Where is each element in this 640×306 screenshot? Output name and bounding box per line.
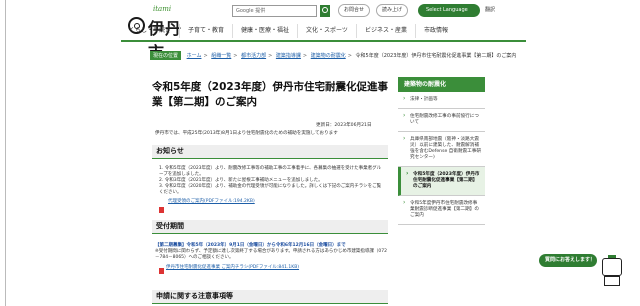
breadcrumb-here-badge: 現在の位置 <box>150 51 182 60</box>
chat-label: 質問にお答えします！ <box>545 257 596 263</box>
breadcrumb-home[interactable]: ホーム <box>187 53 202 59</box>
flyer-pdf-link[interactable]: 伊丹市住宅耐震化促進事業 ご案内チラシ(PDFファイル:841.1KB) <box>166 265 387 271</box>
nav-item-living[interactable]: くらし・手続き <box>121 24 179 38</box>
chat-button[interactable]: 質問にお答えします！ <box>539 254 597 267</box>
global-nav: くらし・手続き 子育て・教育 健康・医療・福祉 文化・スポーツ ビジネス・産業 … <box>121 24 456 38</box>
breadcrumb-current: 令和5年度（2023年度）伊丹市住宅耐震化促進事業【第二期】のご案内 <box>355 53 517 59</box>
sidebar-item-prior-consult[interactable]: 住宅耐震改修工事の事前協行について <box>398 109 485 132</box>
notice-item-3: 3. 令和2年度（2020年度）より、補助金の代理受領が可能になりました。詳しく… <box>159 184 382 196</box>
nav-item-childcare[interactable]: 子育て・教育 <box>179 24 232 38</box>
search-input[interactable]: Google 提供 <box>232 5 317 17</box>
window-right-edge <box>634 0 640 306</box>
sidebar-item-pre-quake-buildings[interactable]: 兵庫県南部地震（阪神・淡路大震災）以前に建築した、耐震解消補強を含むDefens… <box>398 132 485 167</box>
nav-item-health[interactable]: 健康・医療・福祉 <box>232 24 297 38</box>
read-aloud-button[interactable]: 読み上げ <box>376 4 409 17</box>
search-provider-label: Google 提供 <box>236 8 266 14</box>
language-select[interactable]: Select Language <box>418 4 480 17</box>
reception-note: ※受付期間に関わらず、予定額に達し次第終了する場合があります。申請される方はあら… <box>155 249 388 260</box>
nav-item-business[interactable]: ビジネス・産業 <box>355 24 415 38</box>
read-aloud-label: 読み上げ <box>382 7 403 13</box>
sidebar: 建築物の耐震化 法律・計画等 住宅耐震改修工事の事前協行について 兵庫県南部地震… <box>398 77 485 225</box>
updated-date: 更新日：2023年06月21日 <box>316 123 372 128</box>
nav-item-government[interactable]: 市政情報 <box>414 24 456 38</box>
language-select-label: Select Language <box>426 7 468 13</box>
page-title: 令和5年度（2023年度）伊丹市住宅耐震化促進事業【第二期】のご案内 <box>152 81 389 108</box>
breadcrumb: 現在の位置 ホーム > 組織一覧 > 都市活力部 > 建築指導課 > 建築物の耐震化 > … <box>150 51 516 60</box>
application-heading: 申請に関する注意事項等 <box>152 290 388 304</box>
sidebar-item-laws[interactable]: 法律・計画等 <box>398 92 485 109</box>
reception-heading: 受付期間 <box>152 220 388 234</box>
contact-button-label: お問合せ <box>344 7 365 13</box>
pdf-icon <box>159 268 164 274</box>
sidebar-item-diagnosis[interactable]: 令和5年度伊丹市住宅耐震改修事業耐震診断促進事業【第二期】のご案内 <box>398 196 485 225</box>
reception-body: 【第二期募集】令和5年（2023年）9月1日（金曜日）から令和6年12月16日（… <box>155 243 387 271</box>
breadcrumb-section[interactable]: 建築指導課 <box>276 53 301 59</box>
pdf-icon <box>159 207 164 213</box>
breadcrumb-topic[interactable]: 建築物の耐震化 <box>311 53 346 59</box>
sidebar-item-current[interactable]: 令和5年度（2023年度）伊丹市住宅耐震化促進事業【第二期】のご案内 <box>398 167 485 196</box>
notice-list: 1. 令和5年度（2023年度）より、耐震改修工事等の補助工事の工事着手に、各募… <box>159 166 385 206</box>
intro-text: 伊丹市では、平成25年(2013年)8月1日より住宅耐震化のための補助を実施して… <box>155 131 338 136</box>
proxy-receipt-pdf-link[interactable]: 代理受領のご案内(PDFファイル:194.2KB) <box>168 199 255 204</box>
sidebar-heading: 建築物の耐震化 <box>398 77 485 92</box>
nav-divider <box>121 40 526 42</box>
translate-link[interactable]: 翻訳 <box>485 4 495 17</box>
chatbot-mascot-icon[interactable] <box>598 255 626 288</box>
search-icon[interactable] <box>320 5 330 17</box>
notice-heading: お知らせ <box>152 145 388 159</box>
nav-item-culture[interactable]: 文化・スポーツ <box>297 24 356 38</box>
contact-button[interactable]: お問合せ <box>338 4 371 17</box>
breadcrumb-org-list[interactable]: 組織一覧 <box>211 53 231 59</box>
logo-small-text: itami <box>153 5 172 13</box>
notice-item-1: 1. 令和5年度（2023年度）より、耐震改修工事等の補助工事の工事着手に、各募… <box>159 166 382 177</box>
breadcrumb-dept[interactable]: 都市活力部 <box>241 53 266 59</box>
